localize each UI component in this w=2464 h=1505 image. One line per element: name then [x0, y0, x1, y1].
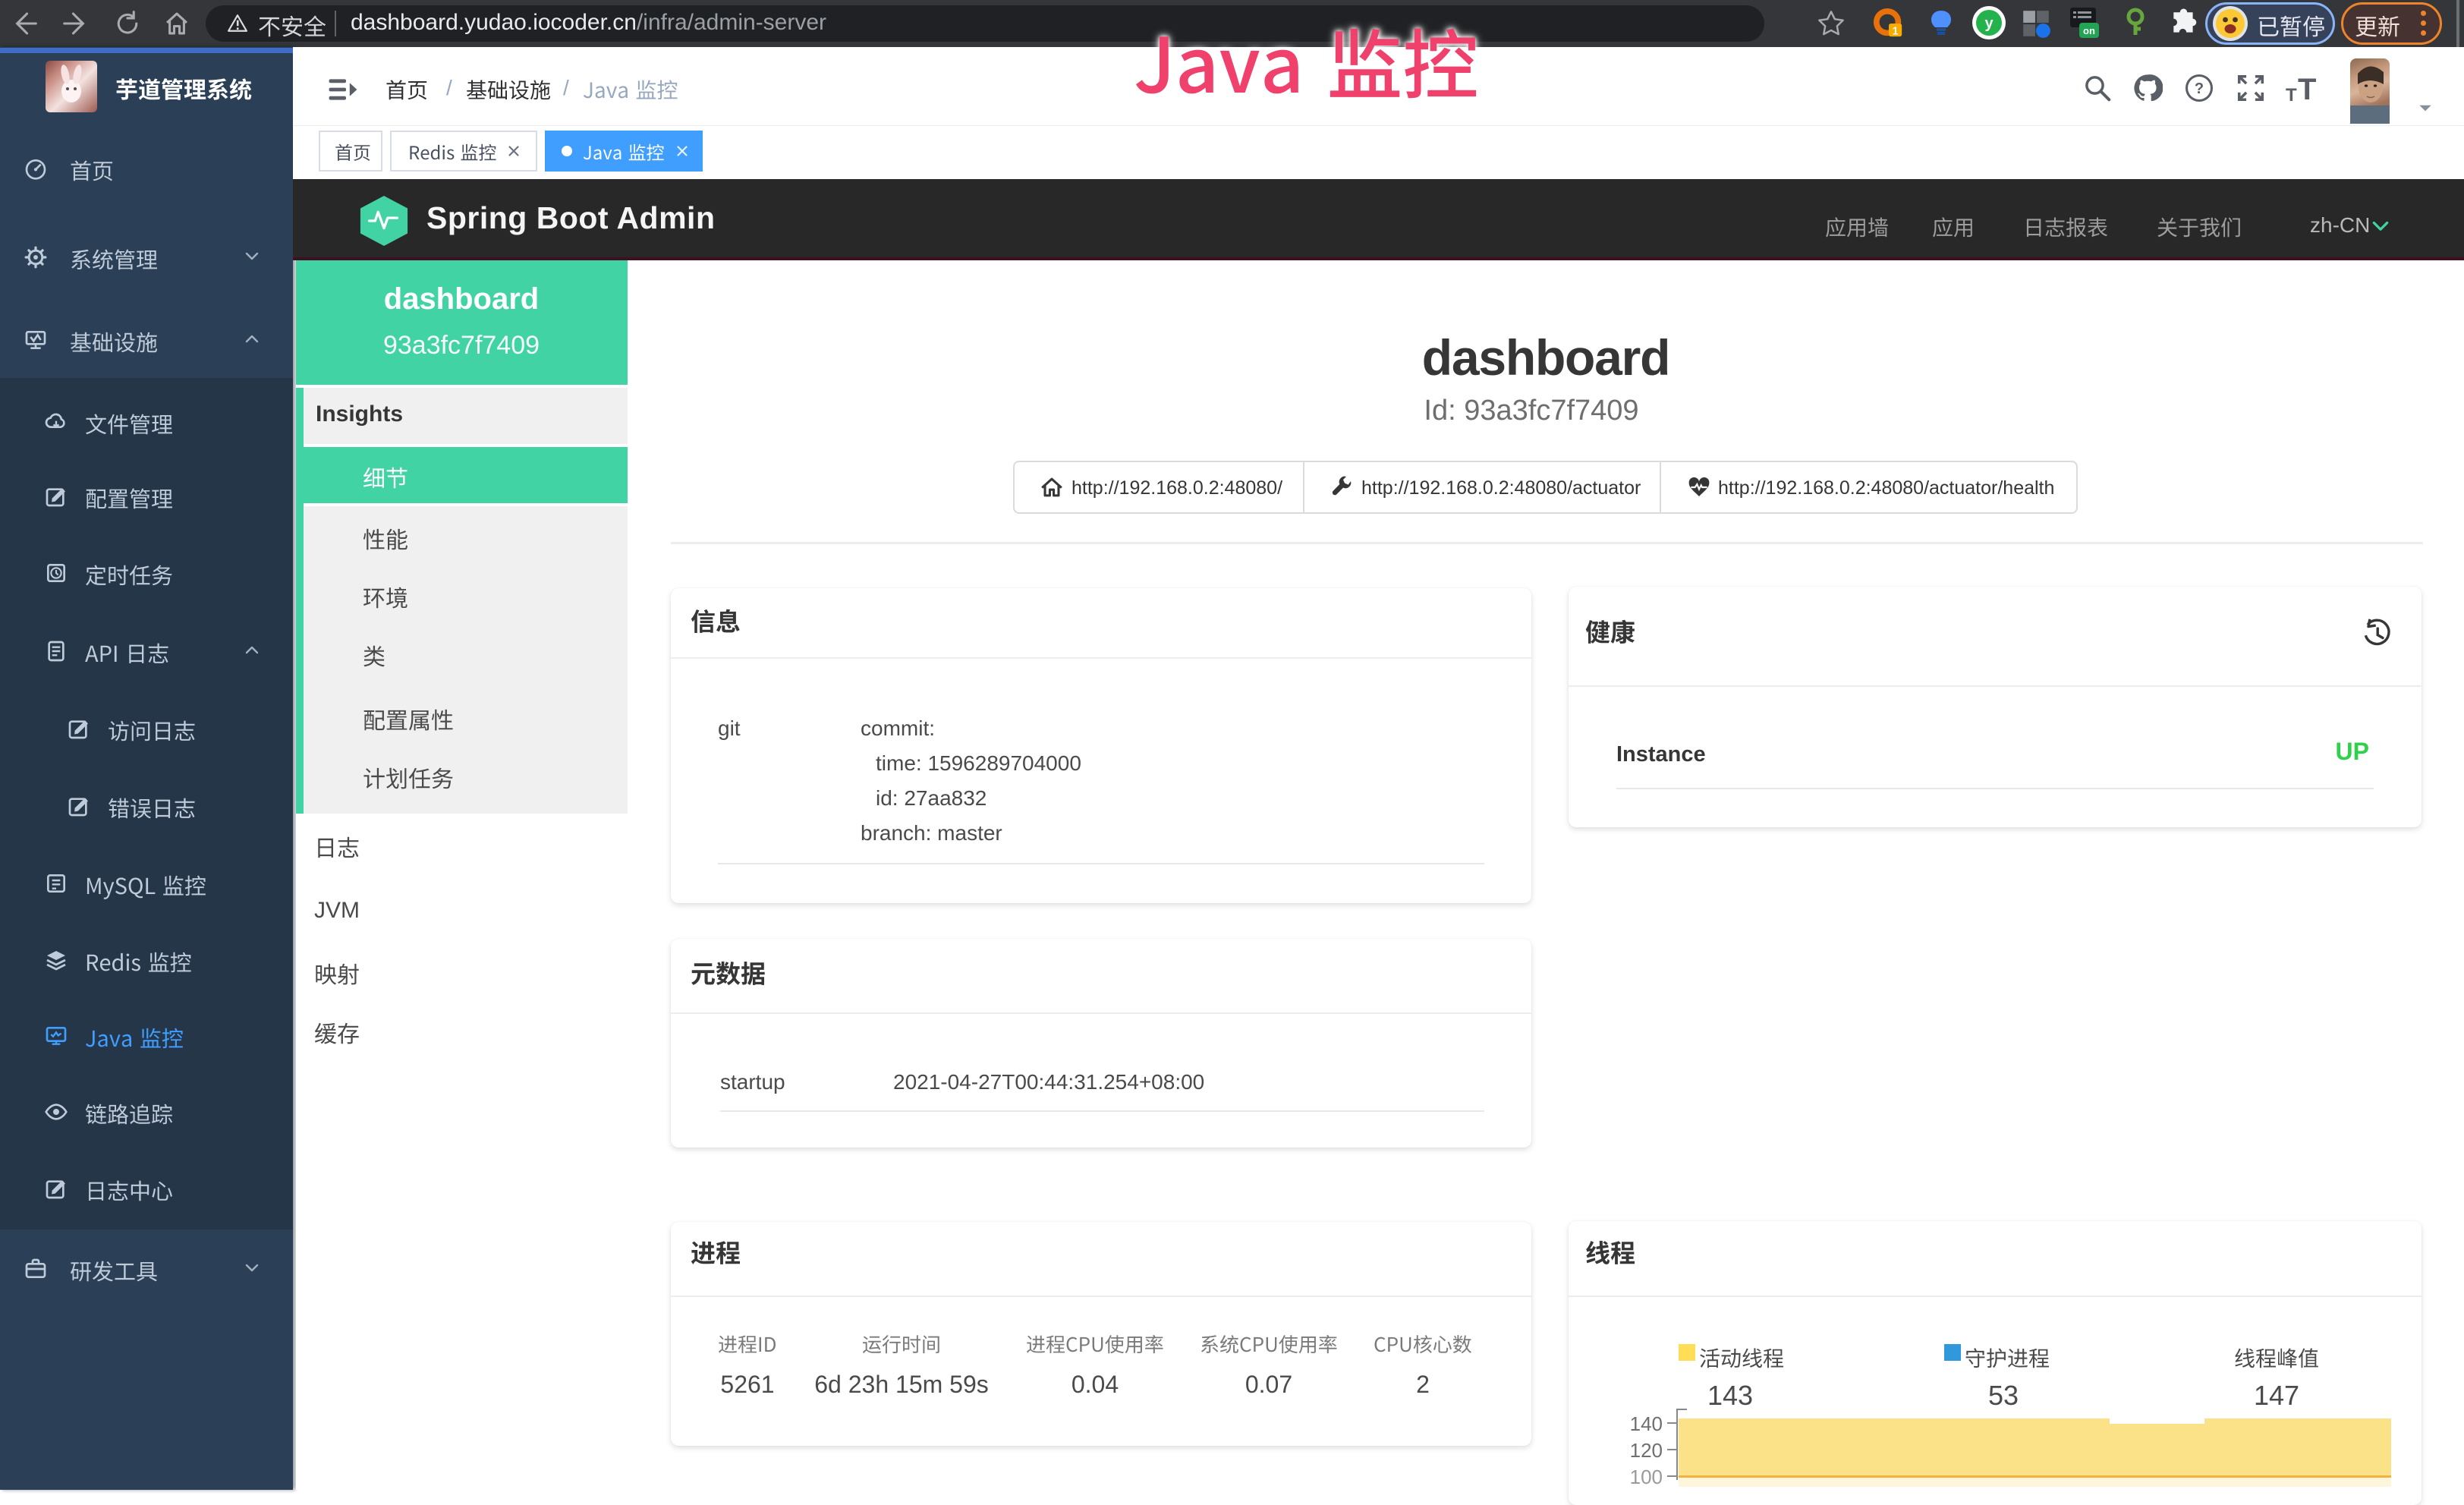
- svg-text:?: ?: [2195, 80, 2204, 97]
- svg-text:y: y: [1984, 15, 1994, 32]
- svg-text:on: on: [2083, 25, 2095, 36]
- svg-text:1: 1: [1893, 25, 1899, 37]
